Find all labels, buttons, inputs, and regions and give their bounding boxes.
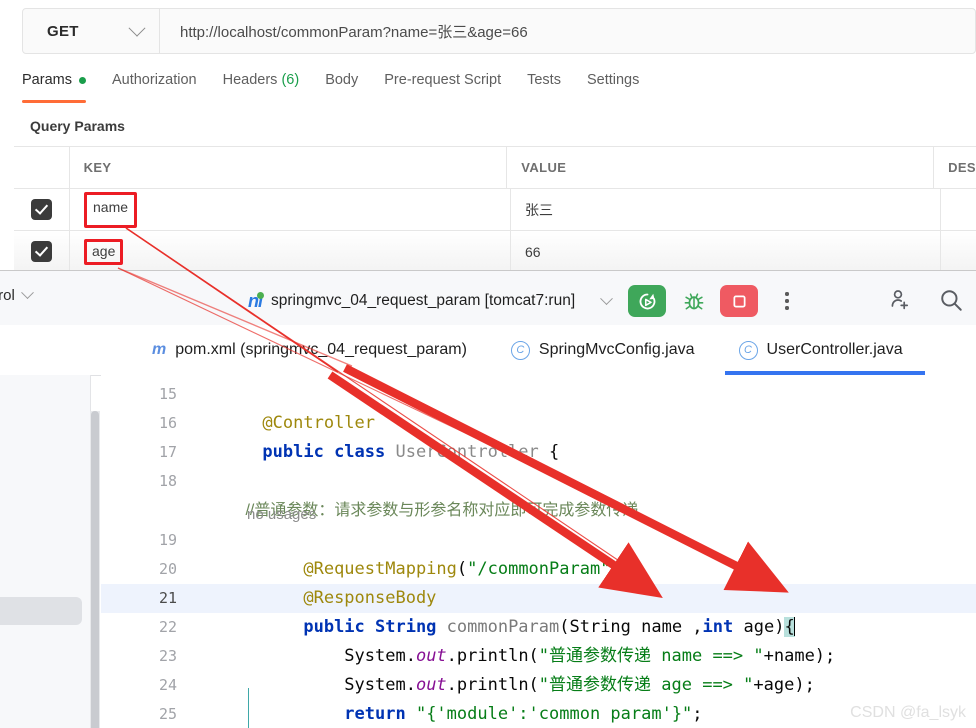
code-editor[interactable]: 15 16 17 18 19 20 21 22 23 24 25 @Contro…	[101, 375, 976, 728]
tab-params[interactable]: Params	[22, 72, 104, 103]
java-class-icon: C	[738, 340, 758, 360]
chevron-down-icon	[128, 19, 146, 37]
active-tab-underline	[22, 100, 86, 103]
postman-panel: GET http://localhost/commonParam?name=张三…	[0, 0, 976, 270]
http-method-label: GET	[47, 22, 79, 40]
name-key-highlight: name	[84, 191, 138, 228]
row-description-age[interactable]	[941, 231, 976, 270]
run-configuration-area: ni springmvc_04_request_param [tomcat7:r…	[248, 285, 793, 317]
stop-button[interactable]	[720, 285, 759, 317]
line-number: 21	[158, 589, 177, 607]
tab-headers[interactable]: Headers (6)	[223, 72, 318, 98]
tab-authorization-label: Authorization	[111, 72, 197, 88]
debug-button[interactable]	[683, 290, 705, 312]
tab-pre-request-script-label: Pre-request Script	[384, 72, 502, 88]
editor-tab-usercontroller-label: UserController.java	[766, 341, 903, 358]
bug-icon	[684, 293, 704, 310]
table-header-row: KEY VALUE DES	[14, 147, 976, 189]
rerun-icon	[639, 293, 656, 309]
version-control-label: trol	[0, 287, 15, 304]
line-number: 16	[158, 414, 177, 432]
url-bar: GET http://localhost/commonParam?name=张三…	[22, 8, 976, 54]
line-number: 24	[158, 676, 177, 694]
tab-headers-label: Headers	[222, 72, 278, 88]
search-button[interactable]	[938, 287, 964, 318]
header-cell-description: DES	[948, 160, 976, 175]
row-key-age[interactable]: age	[70, 231, 511, 270]
editor-tab-pom[interactable]: m pom.xml (springmvc_04_request_param)	[130, 325, 489, 375]
http-method-selector[interactable]: GET	[23, 9, 160, 53]
line-number: 20	[158, 560, 177, 578]
vertical-dots-icon	[785, 292, 789, 296]
checkbox-checked-icon[interactable]	[31, 241, 52, 262]
age-key-highlight: age	[84, 238, 124, 265]
line-number: 25	[158, 705, 177, 723]
tab-headers-count: (6)	[281, 72, 300, 88]
project-tool-window	[0, 375, 91, 728]
editor-tab-pom-label: pom.xml (springmvc_04_request_param)	[175, 341, 467, 358]
ni-logo-icon: ni	[248, 290, 264, 311]
version-control-menu[interactable]: trol	[0, 286, 34, 304]
url-text: http://localhost/commonParam?name=张三&age…	[180, 23, 528, 41]
table-row[interactable]: name 张三	[14, 189, 976, 231]
params-modified-dot-icon	[78, 76, 86, 84]
code-line-25: }	[201, 700, 314, 728]
row-description-name[interactable]	[941, 189, 976, 230]
row-value-name[interactable]: 张三	[511, 189, 941, 230]
maven-m-icon: m	[152, 341, 167, 358]
editor-tab-springmvcconfig[interactable]: C SpringMvcConfig.java	[489, 325, 717, 375]
inlay-hint-usages[interactable]: no usages	[247, 500, 316, 529]
chevron-down-icon	[20, 286, 34, 300]
tab-tests-label: Tests	[527, 72, 561, 88]
checkbox-checked-icon[interactable]	[31, 199, 52, 220]
row-value-age[interactable]: 66	[511, 231, 941, 270]
csdn-watermark: CSDN @fa_lsyk	[850, 704, 966, 721]
tab-authorization[interactable]: Authorization	[112, 72, 215, 98]
line-number: 17	[158, 443, 177, 461]
search-icon	[941, 290, 962, 311]
row-key-name[interactable]: name	[70, 189, 511, 230]
tab-settings[interactable]: Settings	[587, 72, 657, 98]
line-number: 23	[158, 647, 177, 665]
ide-toolbar: trol ni springmvc_04_request_param [tomc…	[0, 271, 976, 326]
tab-settings-label: Settings	[586, 72, 640, 88]
run-configuration-label[interactable]: springmvc_04_request_param [tomcat7:run]	[271, 292, 575, 310]
more-actions-button[interactable]	[785, 292, 789, 310]
row-checkbox-name[interactable]	[14, 189, 70, 230]
intellij-window: trol ni springmvc_04_request_param [tomc…	[0, 270, 976, 728]
tab-params-label: Params	[22, 72, 72, 88]
java-class-icon: C	[510, 340, 530, 360]
line-number: 18	[158, 472, 177, 490]
line-number: 22	[158, 618, 177, 636]
header-cell-check	[14, 147, 70, 188]
editor-scrollbar-thumb[interactable]	[91, 411, 99, 728]
stop-icon	[733, 294, 746, 308]
row-checkbox-age[interactable]	[14, 231, 70, 270]
editor-tab-bar: m pom.xml (springmvc_04_request_param) C…	[0, 325, 976, 376]
tab-pre-request-script[interactable]: Pre-request Script	[384, 72, 519, 98]
url-input[interactable]: http://localhost/commonParam?name=张三&age…	[160, 9, 975, 53]
tab-body-label: Body	[325, 72, 359, 88]
project-tree-selected-item[interactable]	[0, 597, 82, 625]
editor-tab-springmvcconfig-label: SpringMvcConfig.java	[538, 341, 695, 358]
line-number: 19	[158, 531, 177, 549]
header-cell-value: VALUE	[507, 147, 935, 188]
request-tabs: Params Authorization Headers (6) Body Pr…	[22, 72, 665, 106]
table-row[interactable]: age 66	[14, 231, 976, 270]
add-user-icon	[891, 290, 909, 310]
tab-body[interactable]: Body	[325, 72, 376, 98]
query-params-table: KEY VALUE DES name 张三 age 66	[14, 146, 976, 270]
header-cell-key: KEY	[70, 147, 508, 188]
chevron-down-icon[interactable]	[600, 291, 614, 305]
tab-tests[interactable]: Tests	[527, 72, 579, 98]
line-number: 15	[158, 385, 177, 403]
share-project-button[interactable]	[888, 287, 912, 316]
rerun-button[interactable]	[628, 285, 667, 317]
query-params-title: Query Params	[30, 118, 125, 134]
editor-tab-usercontroller[interactable]: C UserController.java	[717, 325, 925, 375]
